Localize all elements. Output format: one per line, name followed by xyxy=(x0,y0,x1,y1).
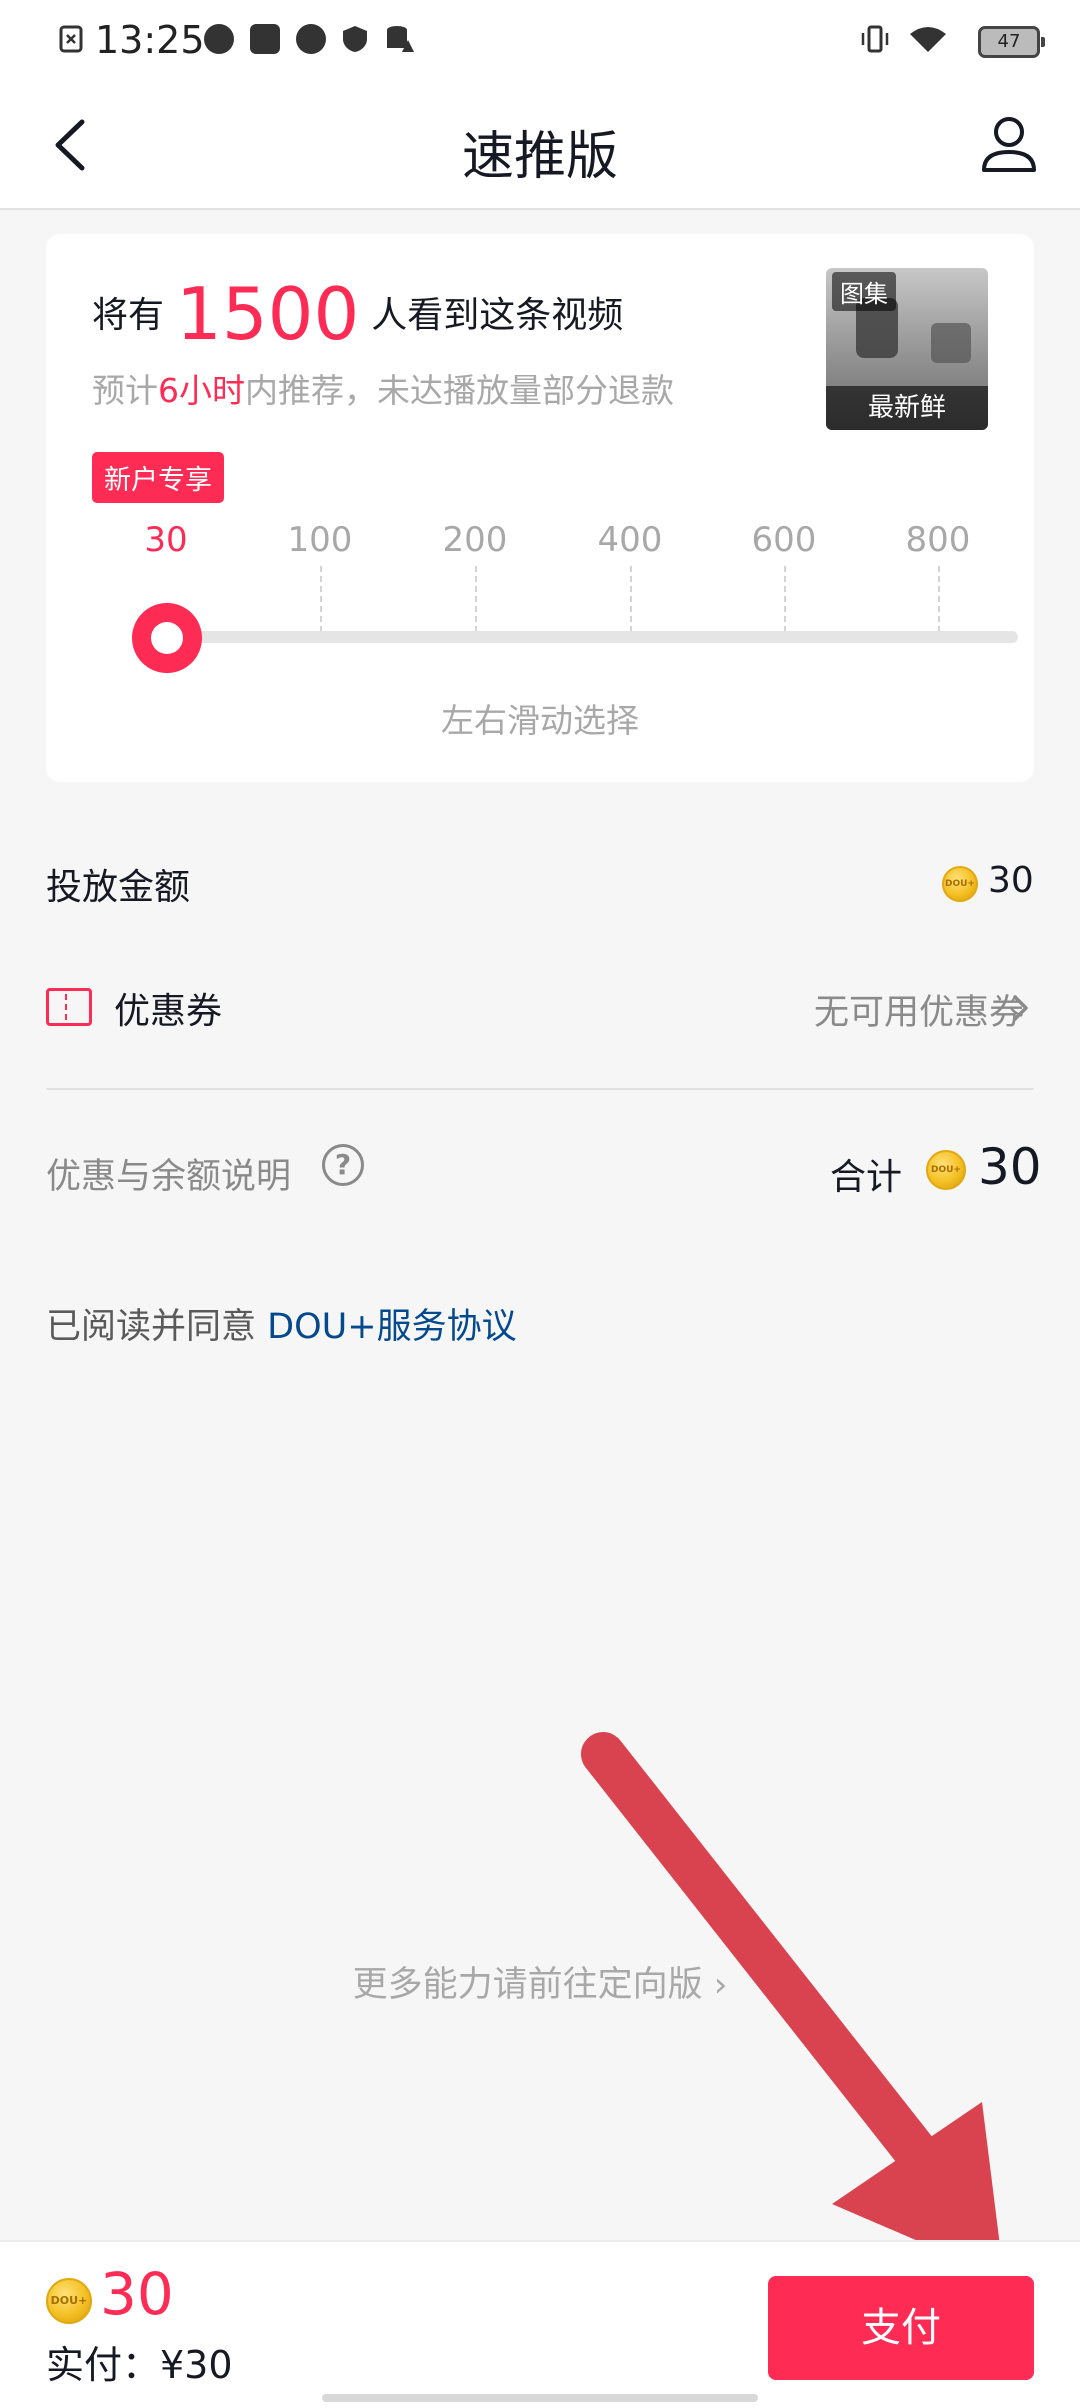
coin-icon: DOU+ xyxy=(926,1150,966,1190)
slider-tick-30[interactable]: 30 xyxy=(106,520,226,560)
thumbnail-caption: 最新鲜 xyxy=(826,386,988,430)
bottom-bar: DOU+ 30 实付：¥30 支付 xyxy=(0,2240,1080,2408)
chevron-right-icon[interactable] xyxy=(1006,992,1034,1024)
slider-tick-100[interactable]: 100 xyxy=(260,520,380,560)
estimate-prefix: 预计 xyxy=(92,371,158,410)
reach-count: 1500 xyxy=(176,272,360,356)
status-time: 13:25 xyxy=(95,18,205,62)
estimate-text: 预计6小时内推荐，未达播放量部分退款 xyxy=(92,364,674,412)
targeted-version-link[interactable]: 更多能力请前往定向版 › xyxy=(0,1956,1080,2007)
slider-tick-200[interactable]: 200 xyxy=(415,520,535,560)
budget-label: 投放金额 xyxy=(46,867,191,908)
help-icon[interactable]: ? xyxy=(322,1144,364,1186)
coin-icon: DOU+ xyxy=(46,2278,92,2324)
discount-note-label[interactable]: 优惠与余额说明 xyxy=(46,1148,291,1199)
more-link-text: 更多能力请前往定向版 xyxy=(352,1965,703,2005)
slider-tick-600[interactable]: 600 xyxy=(724,520,844,560)
status-bar: 13:25 47 xyxy=(0,0,1080,84)
reach-text: 将有 1500 人看到这条视频 xyxy=(92,272,623,356)
slider-track[interactable] xyxy=(166,631,1018,643)
home-indicator[interactable] xyxy=(322,2394,758,2402)
wifi-icon xyxy=(910,27,946,52)
coupon-status[interactable]: 无可用优惠券 xyxy=(814,984,1024,1035)
thumbnail-object xyxy=(931,323,971,363)
slider-handle[interactable] xyxy=(132,603,202,673)
new-user-badge: 新户专享 xyxy=(92,452,224,503)
budget-value: 30 xyxy=(988,860,1034,901)
agreement-prefix: 已阅读并同意 xyxy=(46,1307,257,1347)
divider xyxy=(46,1088,1034,1090)
chevron-right-icon: › xyxy=(713,1965,728,2005)
speed-icon xyxy=(204,24,234,54)
play-icon xyxy=(296,24,326,54)
vibrate-icon xyxy=(861,25,889,53)
paid-amount: 实付：¥30 xyxy=(46,2343,233,2387)
slider-tick-400[interactable]: 400 xyxy=(570,520,690,560)
shield-icon xyxy=(343,26,367,52)
total-label: 合计 xyxy=(830,1157,903,1198)
reach-suffix: 人看到这条视频 xyxy=(371,295,624,336)
reach-prefix: 将有 xyxy=(92,295,165,336)
coupon-label: 优惠券 xyxy=(114,991,223,1032)
pay-button[interactable]: 支付 xyxy=(768,2276,1034,2380)
coupon-icon xyxy=(46,988,92,1026)
estimate-suffix: 内推荐，未达播放量部分退款 xyxy=(245,371,674,410)
header: 速推版 xyxy=(0,84,1080,210)
thumbnail-tag: 图集 xyxy=(832,272,896,311)
slider-tick-800[interactable]: 800 xyxy=(878,520,998,560)
page-title: 速推版 xyxy=(461,127,618,187)
database-icon xyxy=(387,26,414,52)
file-icon xyxy=(59,25,83,53)
promotion-card: 将有 1500 人看到这条视频 预计6小时内推荐，未达播放量部分退款 图集 最新鲜 … xyxy=(46,234,1034,782)
service-agreement-link[interactable]: DOU+服务协议 xyxy=(267,1307,516,1347)
slider-hint: 左右滑动选择 xyxy=(441,701,639,740)
battery-icon: 47 xyxy=(978,26,1045,58)
video-thumbnail[interactable]: 图集 最新鲜 xyxy=(826,268,988,430)
agreement-text: 已阅读并同意 DOU+服务协议 xyxy=(46,1298,517,1349)
total-value: 30 xyxy=(978,1138,1042,1196)
coin-icon: DOU+ xyxy=(942,866,978,902)
pay-coin-amount: 30 xyxy=(100,2260,174,2328)
mail-icon xyxy=(250,24,280,54)
estimate-highlight: 6小时 xyxy=(158,371,245,410)
user-icon[interactable] xyxy=(978,112,1040,178)
